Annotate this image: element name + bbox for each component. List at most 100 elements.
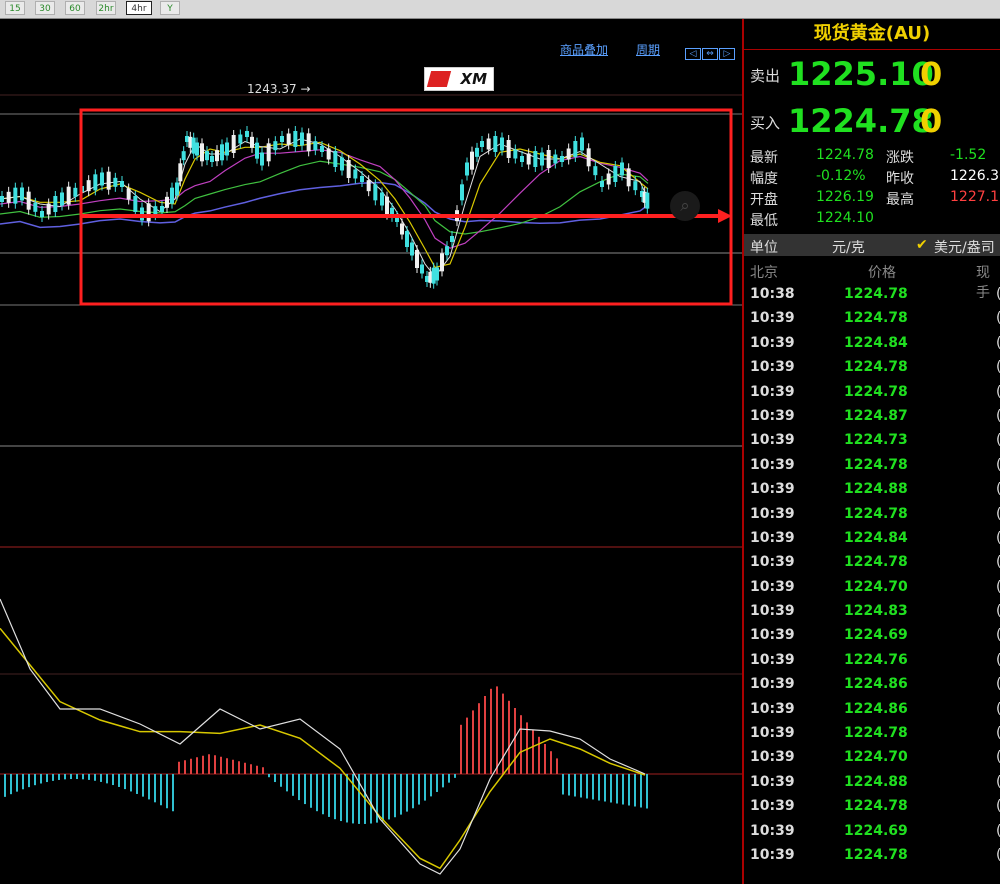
stat-label: 涨跌 [886,150,914,166]
candle-body [620,162,624,176]
tick-time: 10:39 [750,359,795,376]
candle-body [520,156,524,162]
candle-body [626,168,631,187]
tick-price: 1224.88 [844,481,908,498]
tick-price: 1224.86 [844,676,908,693]
sell-price: 1225.10 [788,55,934,93]
candle-body [60,192,64,206]
tick-time: 10:39 [750,383,795,400]
candle-body [120,181,124,187]
candle-body [100,172,104,186]
period-toolbar: 15 30 60 2hr 4hr Y [0,0,1000,19]
tick-volume: ( [996,506,1000,522]
candle-body [46,203,51,215]
candle-body [540,152,544,166]
tick-volume: ( [996,749,1000,765]
period-button-Y[interactable]: Y [160,1,180,15]
stat-value: -1.52 [950,147,987,163]
tick-volume: ( [996,701,1000,717]
candle-body [293,131,298,147]
candle-body [333,151,338,167]
tick-volume: ( [996,579,1000,595]
period-link[interactable]: 周期 [636,41,660,58]
tick-price: 1224.70 [844,749,908,766]
buy-quote[interactable]: 买入 1224.78 0 [744,98,1000,146]
stat-label: 最高 [886,192,914,208]
check-icon: ✔ [916,237,928,253]
period-button-2hr[interactable]: 2hr [96,1,116,15]
candle-body [231,135,236,153]
tick-volume: ( [996,335,1000,351]
unit-alt[interactable]: 美元/盎司 [934,237,995,257]
tick-time: 10:39 [750,505,795,522]
period-button-60[interactable]: 60 [65,1,85,15]
tick-price: 1224.84 [844,529,908,546]
candle-body [385,196,389,215]
period-button-15[interactable]: 15 [5,1,25,15]
candle-body [586,148,591,167]
tick-time: 10:39 [750,798,795,815]
candle-body [506,140,511,158]
unit-value[interactable]: 元/克 [832,237,865,257]
stat-value: 1224.10 [816,210,874,226]
period-button-30[interactable]: 30 [35,1,55,15]
tick-volume: ( [996,823,1000,839]
tick-row: 10:39 1224.69 ( [744,623,1000,647]
tick-price: 1224.78 [844,554,908,571]
stat-label: 开盘 [750,192,778,208]
price-chart[interactable]: 商品叠加 周期 ◁ ⇔ ▷ XM 1243.37 → ⌕ [0,19,742,884]
tick-row: 10:39 1224.78 ( [744,843,1000,867]
tick-row: 10:39 1224.73 ( [744,428,1000,452]
candle-body [53,196,58,212]
tick-volume: ( [996,725,1000,741]
sell-quote[interactable]: 卖出 1225.10 0 [744,51,1000,99]
tick-row: 10:39 1224.84 ( [744,526,1000,550]
search-icon[interactable]: ⌕ [670,191,700,221]
tick-price: 1224.70 [844,578,908,595]
buy-price-tail: 0 [920,102,943,140]
overlay-link[interactable]: 商品叠加 [560,41,608,58]
tick-row: 10:39 1224.76 ( [744,648,1000,672]
nav-right-icon[interactable]: ▷ [719,48,735,60]
sell-label: 卖出 [750,67,781,85]
candlestick-chart-canvas[interactable] [0,19,742,884]
tick-volume: ( [996,652,1000,668]
nav-left-icon[interactable]: ◁ [685,48,701,60]
candle-body [93,174,98,191]
candle-body [580,137,584,151]
period-button-4hr[interactable]: 4hr [126,1,152,15]
tick-volume: ( [996,457,1000,473]
candle-body [250,136,254,148]
candle-body [300,132,304,146]
tick-row: 10:39 1224.86 ( [744,672,1000,696]
tick-price: 1224.87 [844,407,908,424]
candle-body [353,169,358,179]
tick-row: 10:39 1224.78 ( [744,306,1000,330]
candle-body [445,246,449,256]
ma-magenta-line [0,149,649,249]
candle-body [170,187,174,204]
tick-row: 10:39 1224.78 ( [744,550,1000,574]
candle-body [260,152,264,166]
tick-time: 10:39 [750,822,795,839]
stat-value: 1226.30 [950,168,1000,184]
tick-time: 10:39 [750,725,795,742]
tick-volume: ( [996,627,1000,643]
tick-volume: ( [996,603,1000,619]
candle-body [533,151,538,167]
nav-fit-icon[interactable]: ⇔ [702,48,718,60]
tick-price: 1224.78 [844,359,908,376]
candle-body [415,250,419,268]
tick-volume: ( [996,530,1000,546]
tick-row: 10:39 1224.70 ( [744,575,1000,599]
candle-body [238,134,243,144]
candle-body [435,267,439,281]
stat-label: 最新 [750,150,778,166]
tick-price: 1224.78 [844,846,908,863]
tick-volume: ( [996,554,1000,570]
candle-body [286,133,291,145]
tick-row: 10:39 1224.78 ( [744,721,1000,745]
candle-body [280,136,284,142]
stat-label: 昨收 [886,171,914,187]
candle-body [245,131,249,137]
